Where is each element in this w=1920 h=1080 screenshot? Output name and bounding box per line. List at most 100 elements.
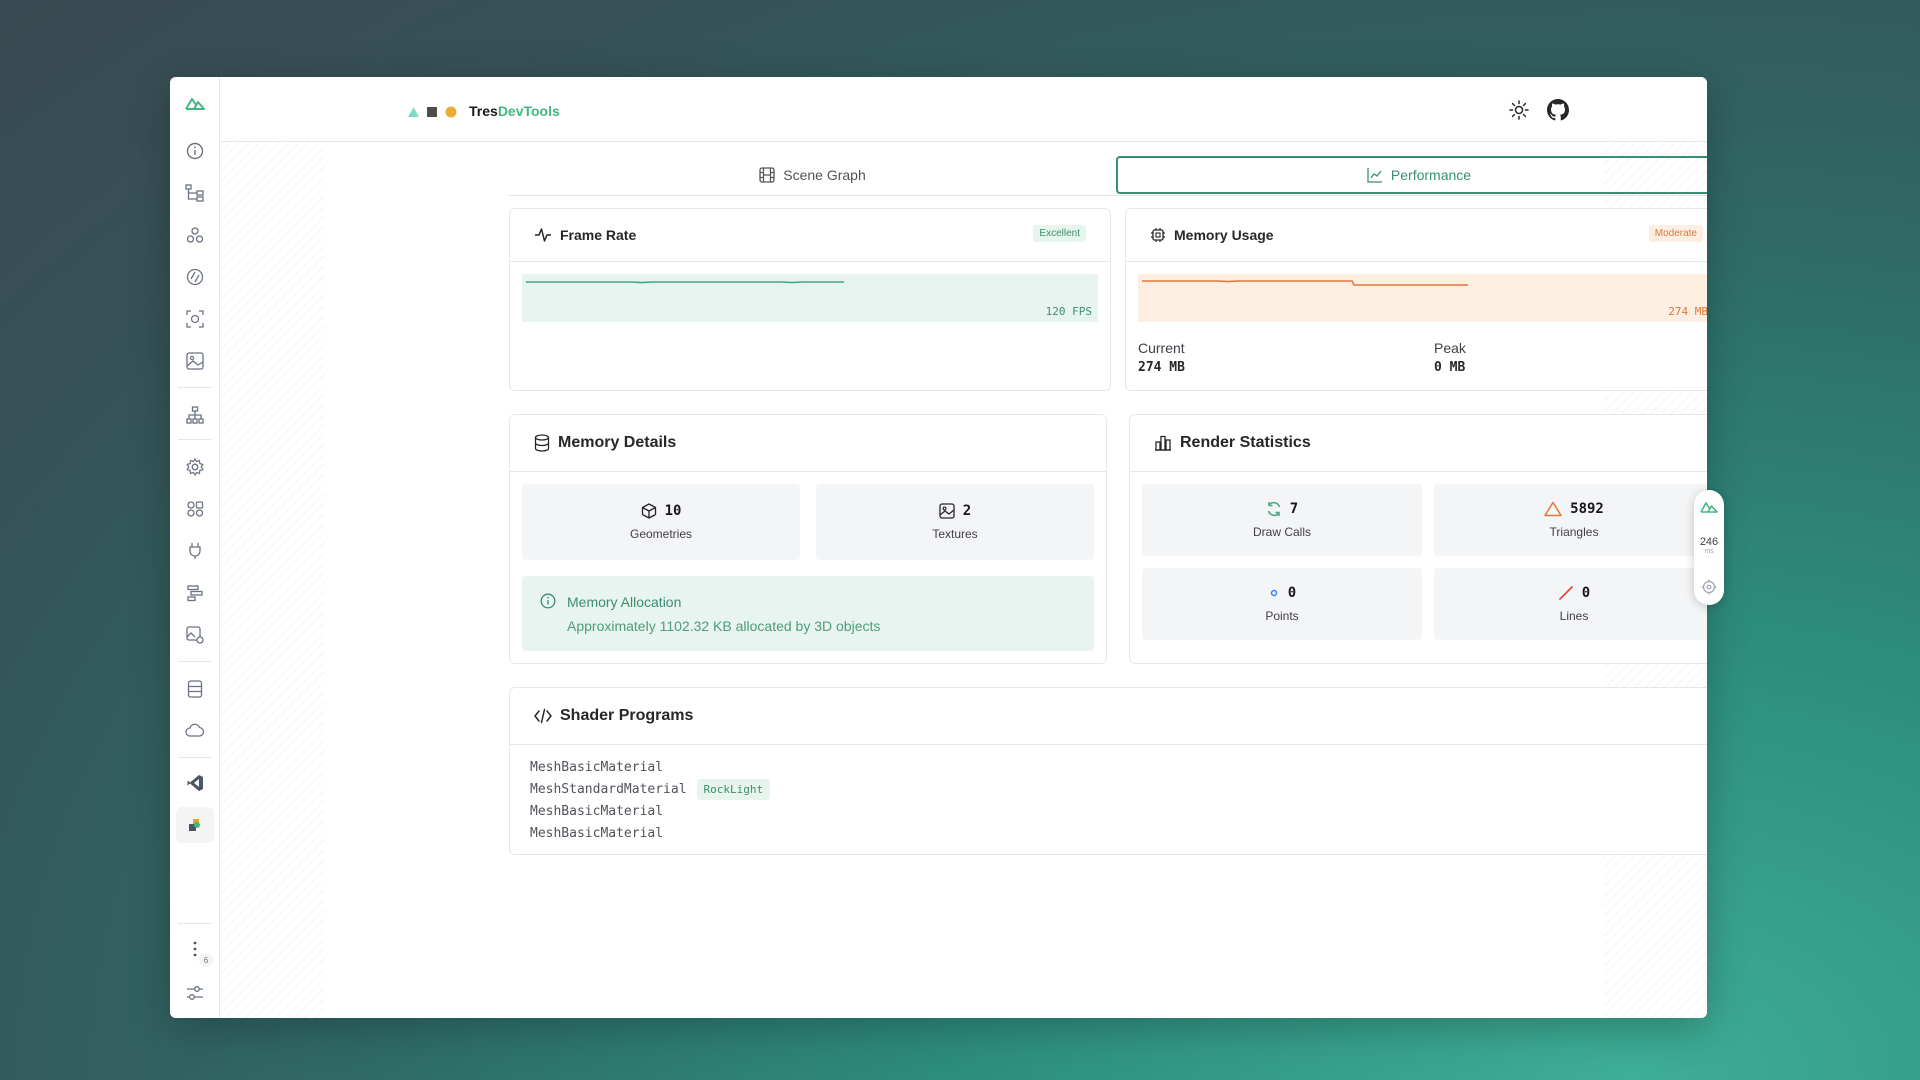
cube-icon xyxy=(641,503,656,519)
top-bar: TresDevTools xyxy=(221,77,1707,142)
points-label: Points xyxy=(1265,609,1299,623)
tree-icon[interactable] xyxy=(183,181,207,205)
render-statistics-title: Render Statistics xyxy=(1180,434,1311,451)
draw-calls-value: 7 xyxy=(1289,501,1299,517)
devtools-floating-pill[interactable]: 246 ms xyxy=(1694,490,1724,605)
info-icon xyxy=(540,593,556,609)
frame-rate-card: Frame Rate Excellent 120 FPS xyxy=(509,208,1111,391)
nuxt-logo-icon[interactable] xyxy=(183,91,207,115)
fps-sparkline: 120 FPS xyxy=(522,274,1098,322)
cloud-icon[interactable] xyxy=(183,719,207,743)
memory-value-label: 274 MB xyxy=(1668,305,1707,318)
textures-tile: 2 Textures xyxy=(816,484,1094,560)
shader-name: MeshBasicMaterial xyxy=(530,825,664,841)
tab-performance[interactable]: Performance xyxy=(1116,156,1707,194)
rail-divider xyxy=(178,661,212,662)
shader-item[interactable]: MeshBasicMaterial xyxy=(530,822,770,844)
code-icon xyxy=(534,708,552,724)
github-icon[interactable] xyxy=(1547,99,1569,126)
rail-divider xyxy=(178,923,212,924)
memory-usage-status-badge: Moderate xyxy=(1648,225,1703,242)
cpu-icon xyxy=(1151,228,1165,242)
vscode-icon[interactable] xyxy=(183,771,207,795)
memory-current-label: Current xyxy=(1138,340,1185,356)
memory-peak-label: Peak xyxy=(1434,340,1466,356)
fps-line xyxy=(526,281,844,284)
tres-icon[interactable] xyxy=(183,813,207,837)
main-content: Scene Graph Performance Frame Rate Excel… xyxy=(324,142,1707,1018)
sliders-icon[interactable] xyxy=(183,981,207,1005)
tab-label: Performance xyxy=(1390,167,1472,183)
storage-icon[interactable] xyxy=(183,677,207,701)
lines-tile: 0 Lines xyxy=(1434,568,1707,640)
top-actions xyxy=(1509,99,1569,126)
image-settings-icon[interactable] xyxy=(183,623,207,647)
shader-programs-header: Shader Programs xyxy=(510,688,1707,745)
refresh-icon xyxy=(1267,501,1281,517)
shader-item[interactable]: MeshBasicMaterial xyxy=(530,800,770,822)
film-icon xyxy=(759,167,775,183)
frame-rate-title: Frame Rate xyxy=(560,227,637,243)
triangles-label: Triangles xyxy=(1549,525,1599,539)
shader-item[interactable]: MeshStandardMaterial RockLight xyxy=(530,778,771,800)
crosshair-icon[interactable] xyxy=(1701,579,1717,595)
frame-rate-status-badge: Excellent xyxy=(1033,225,1086,242)
frame-rate-header: Frame Rate xyxy=(510,209,1110,262)
memory-usage-header: Memory Usage xyxy=(1126,209,1707,262)
lines-value: 0 xyxy=(1581,585,1591,601)
fps-value-label: 120 FPS xyxy=(1045,305,1092,318)
render-time-value: 246 xyxy=(1699,536,1719,548)
bar-chart-icon xyxy=(1155,435,1171,451)
memory-current-value: 274 MB xyxy=(1138,360,1185,375)
sidebar-rail: 6 xyxy=(170,77,220,1018)
shader-name: MeshBasicMaterial xyxy=(530,803,664,819)
tab-scene-graph[interactable]: Scene Graph xyxy=(509,156,1116,194)
hooks-icon[interactable] xyxy=(183,265,207,289)
memory-sparkline: 274 MB xyxy=(1138,274,1707,322)
memory-details-header: Memory Details xyxy=(510,415,1106,472)
render-time-unit: ms xyxy=(1704,548,1714,555)
images-icon[interactable] xyxy=(183,349,207,373)
shader-item[interactable]: MeshBasicMaterial xyxy=(530,756,770,778)
database-icon xyxy=(534,434,550,452)
apps-icon[interactable] xyxy=(183,497,207,521)
components-icon[interactable] xyxy=(183,223,207,247)
devtools-window: 6 TresDevTools Scene Graph Performance F… xyxy=(170,77,1707,1018)
hierarchy-icon[interactable] xyxy=(183,403,207,427)
tab-label: Scene Graph xyxy=(783,167,866,183)
focus-icon[interactable] xyxy=(183,307,207,331)
tres-shapes-icon xyxy=(408,106,457,118)
point-icon xyxy=(1270,589,1278,597)
geometries-label: Geometries xyxy=(629,527,693,541)
plug-icon[interactable] xyxy=(183,539,207,563)
nuxt-logo-icon[interactable] xyxy=(1700,500,1718,513)
rail-divider xyxy=(178,387,212,388)
memory-details-title: Memory Details xyxy=(558,434,677,451)
memory-allocation-title: Memory Allocation xyxy=(567,594,682,610)
memory-line xyxy=(1142,280,1468,286)
draw-calls-tile: 7 Draw Calls xyxy=(1142,484,1422,556)
render-statistics-card: Render Statistics 7 Draw Calls 5892 Tria… xyxy=(1129,414,1707,664)
rail-divider xyxy=(178,439,212,440)
render-statistics-header: Render Statistics xyxy=(1130,415,1707,472)
draw-calls-label: Draw Calls xyxy=(1252,525,1311,539)
triangles-tile: 5892 Triangles xyxy=(1434,484,1707,556)
info-icon[interactable] xyxy=(183,139,207,163)
shader-name: MeshBasicMaterial xyxy=(530,759,664,775)
shader-tag-badge: RockLight xyxy=(696,778,771,800)
activity-icon xyxy=(535,228,551,242)
memory-usage-title: Memory Usage xyxy=(1174,227,1274,243)
shader-programs-card: Shader Programs MeshBasicMaterial MeshSt… xyxy=(509,687,1707,855)
theme-toggle-sun-icon[interactable] xyxy=(1509,100,1529,125)
line-icon xyxy=(1558,586,1573,600)
memory-allocation-text: Approximately 1102.32 KB allocated by 3D… xyxy=(567,618,881,634)
settings-icon[interactable] xyxy=(183,455,207,479)
memory-peak-value: 0 MB xyxy=(1434,360,1466,375)
points-value: 0 xyxy=(1287,585,1297,601)
rail-divider xyxy=(178,757,212,758)
tab-bar: Scene Graph Performance xyxy=(509,156,1707,196)
more-count-badge: 6 xyxy=(199,953,213,967)
memory-allocation-panel: Memory Allocation Approximately 1102.32 … xyxy=(522,576,1094,651)
timeline-icon[interactable] xyxy=(183,581,207,605)
lines-label: Lines xyxy=(1559,609,1589,623)
